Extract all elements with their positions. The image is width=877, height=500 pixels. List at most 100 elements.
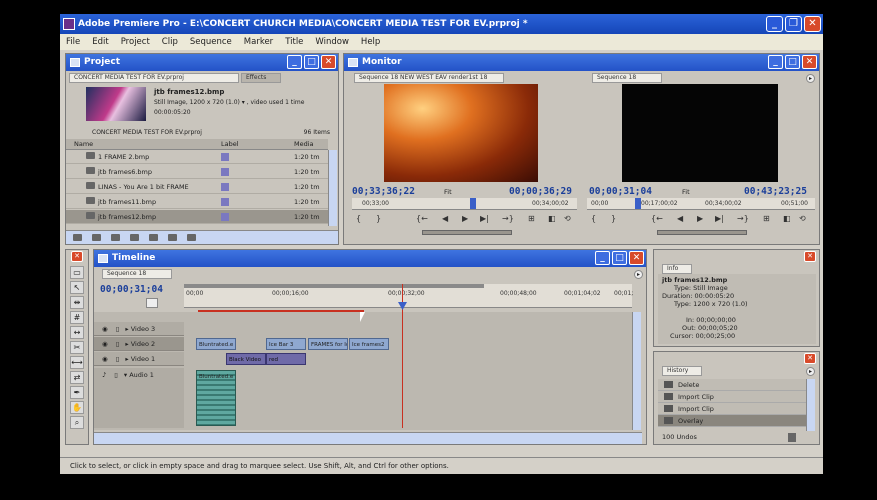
work-area-bar[interactable] (184, 284, 484, 288)
history-close-button[interactable]: ✕ (804, 353, 816, 364)
eye-icon[interactable]: ◉ (102, 325, 108, 333)
loop-button[interactable]: ⟲ (799, 214, 806, 223)
source-time-ruler[interactable]: 00;33;00 00;34;00;02 (352, 198, 577, 210)
eye-icon[interactable]: ◉ (102, 340, 108, 348)
history-item[interactable]: Delete (658, 379, 806, 391)
tab-program[interactable]: Sequence 18 (592, 73, 662, 83)
timeline-zoom-slider[interactable] (94, 432, 184, 444)
info-close-button[interactable]: ✕ (804, 251, 816, 262)
list-view-icon[interactable] (73, 234, 82, 241)
clip[interactable]: Bluntrated.e (196, 338, 236, 350)
timeline-close-button[interactable]: ✕ (629, 251, 644, 265)
tools-close-button[interactable]: ✕ (71, 251, 83, 262)
zoom-tool-icon[interactable]: ⌕ (70, 416, 84, 429)
new-bin-icon[interactable] (149, 234, 158, 241)
clip[interactable]: FRAMES for Ice (308, 338, 348, 350)
lock-icon[interactable]: ▯ (116, 340, 120, 348)
icon-view-icon[interactable] (92, 234, 101, 241)
column-media[interactable]: Media (294, 139, 314, 150)
safe-margins-button[interactable]: ⊞ (528, 214, 535, 223)
collapse-toggle-icon[interactable]: ▸ (125, 325, 128, 333)
program-jog-shuttle[interactable] (657, 230, 747, 235)
loop-button[interactable]: ⟲ (564, 214, 571, 223)
source-playhead[interactable] (470, 198, 476, 209)
step-forward-button[interactable]: ▶| (715, 214, 724, 223)
collapse-toggle-icon[interactable]: ▸ (125, 340, 128, 348)
play-button[interactable]: ▶ (697, 214, 703, 223)
menu-clip[interactable]: Clip (162, 34, 178, 50)
menu-title[interactable]: Title (285, 34, 303, 50)
mark-out-button[interactable]: } (376, 214, 381, 223)
new-item-icon[interactable] (168, 234, 177, 241)
rolling-edit-tool-icon[interactable]: # (70, 311, 84, 324)
menu-marker[interactable]: Marker (244, 34, 273, 50)
step-back-button[interactable]: ◀ (677, 214, 683, 223)
program-playhead[interactable] (635, 198, 641, 209)
monitor-close-button[interactable]: ✕ (802, 55, 817, 69)
menu-help[interactable]: Help (361, 34, 380, 50)
timeline-minimize-button[interactable]: _ (595, 251, 610, 265)
snap-icon[interactable] (146, 298, 158, 308)
project-minimize-button[interactable]: _ (287, 55, 302, 69)
menu-file[interactable]: File (66, 34, 80, 50)
history-item[interactable]: Import Clip (658, 391, 806, 403)
source-fit-dropdown[interactable]: Fit (444, 188, 452, 196)
clip[interactable]: Ice Bar 3 (266, 338, 306, 350)
tab-project-file[interactable]: CONCERT MEDIA TEST FOR EV.prproj (69, 73, 239, 83)
mark-in-button[interactable]: { (591, 214, 596, 223)
project-maximize-button[interactable]: □ (304, 55, 319, 69)
program-time-ruler[interactable]: 00;00 00;17;00;02 00;34;00;02 00;51;00 (587, 198, 815, 210)
audio-clip[interactable]: Bluntrated.e (196, 370, 236, 426)
source-timecode[interactable]: 00;33;36;22 (352, 186, 415, 197)
clip[interactable]: Black Video (226, 353, 266, 365)
clip[interactable]: red (266, 353, 306, 365)
lock-icon[interactable]: ▯ (116, 355, 120, 363)
list-item[interactable]: LINAS - You Are 1 bit FRAME 1:20 tm (66, 180, 328, 194)
selection-tool-icon[interactable]: ↖ (70, 281, 84, 294)
monitor-minimize-button[interactable]: _ (768, 55, 783, 69)
output-button[interactable]: ◧ (783, 214, 791, 223)
play-button[interactable]: ▶ (462, 214, 468, 223)
tab-source[interactable]: Sequence 18 NEW WEST EAV render1st 18 (354, 73, 504, 83)
step-back-button[interactable]: ◀ (442, 214, 448, 223)
slip-tool-icon[interactable]: ⟷ (70, 356, 84, 369)
timeline-vertical-scrollbar[interactable] (632, 312, 641, 430)
history-item-selected[interactable]: Overlay (658, 415, 806, 427)
tab-effects[interactable]: Effects (241, 73, 281, 83)
history-trash-icon[interactable] (788, 433, 796, 442)
hand-tool-icon[interactable]: ✋ (70, 401, 84, 414)
collapse-toggle-icon[interactable]: ▸ (125, 355, 128, 363)
project-list-scrollbar[interactable] (328, 150, 337, 226)
menu-edit[interactable]: Edit (92, 34, 108, 50)
list-item-selected[interactable]: jtb frames12.bmp 1:20 tm (66, 210, 328, 224)
go-to-out-button[interactable]: →} (737, 214, 749, 223)
tab-history[interactable]: History (662, 366, 702, 376)
automate-icon[interactable] (111, 234, 120, 241)
lock-icon[interactable]: ▯ (116, 325, 120, 333)
slide-tool-icon[interactable]: ⇄ (70, 371, 84, 384)
go-to-out-button[interactable]: →} (502, 214, 514, 223)
menu-project[interactable]: Project (121, 34, 150, 50)
track-select-tool-icon[interactable]: ▭ (70, 266, 84, 279)
collapse-toggle-icon[interactable]: ▾ (124, 371, 127, 379)
find-icon[interactable] (130, 234, 139, 241)
timeline-horizontal-scrollbar[interactable] (184, 432, 642, 444)
step-forward-button[interactable]: ▶| (480, 214, 489, 223)
go-to-in-button[interactable]: {← (416, 214, 428, 223)
lock-icon[interactable]: ▯ (114, 371, 118, 379)
speaker-icon[interactable]: ♪ (102, 371, 106, 379)
restore-button[interactable]: ❐ (785, 16, 802, 32)
mark-out-button[interactable]: } (611, 214, 616, 223)
tab-info[interactable]: Info (662, 264, 692, 274)
program-timecode[interactable]: 00;00;31;04 (589, 186, 652, 197)
timeline-panel-menu-icon[interactable]: ▸ (634, 270, 643, 279)
go-to-in-button[interactable]: {← (651, 214, 663, 223)
razor-tool-icon[interactable]: ✂ (70, 341, 84, 354)
clip[interactable]: Ice frames2 (349, 338, 389, 350)
minimize-button[interactable]: _ (766, 16, 783, 32)
source-jog-shuttle[interactable] (422, 230, 512, 235)
rate-stretch-tool-icon[interactable]: ↔ (70, 326, 84, 339)
history-scrollbar[interactable] (806, 379, 815, 431)
trash-icon[interactable] (187, 234, 196, 241)
history-panel-menu-icon[interactable]: ▸ (806, 367, 815, 376)
